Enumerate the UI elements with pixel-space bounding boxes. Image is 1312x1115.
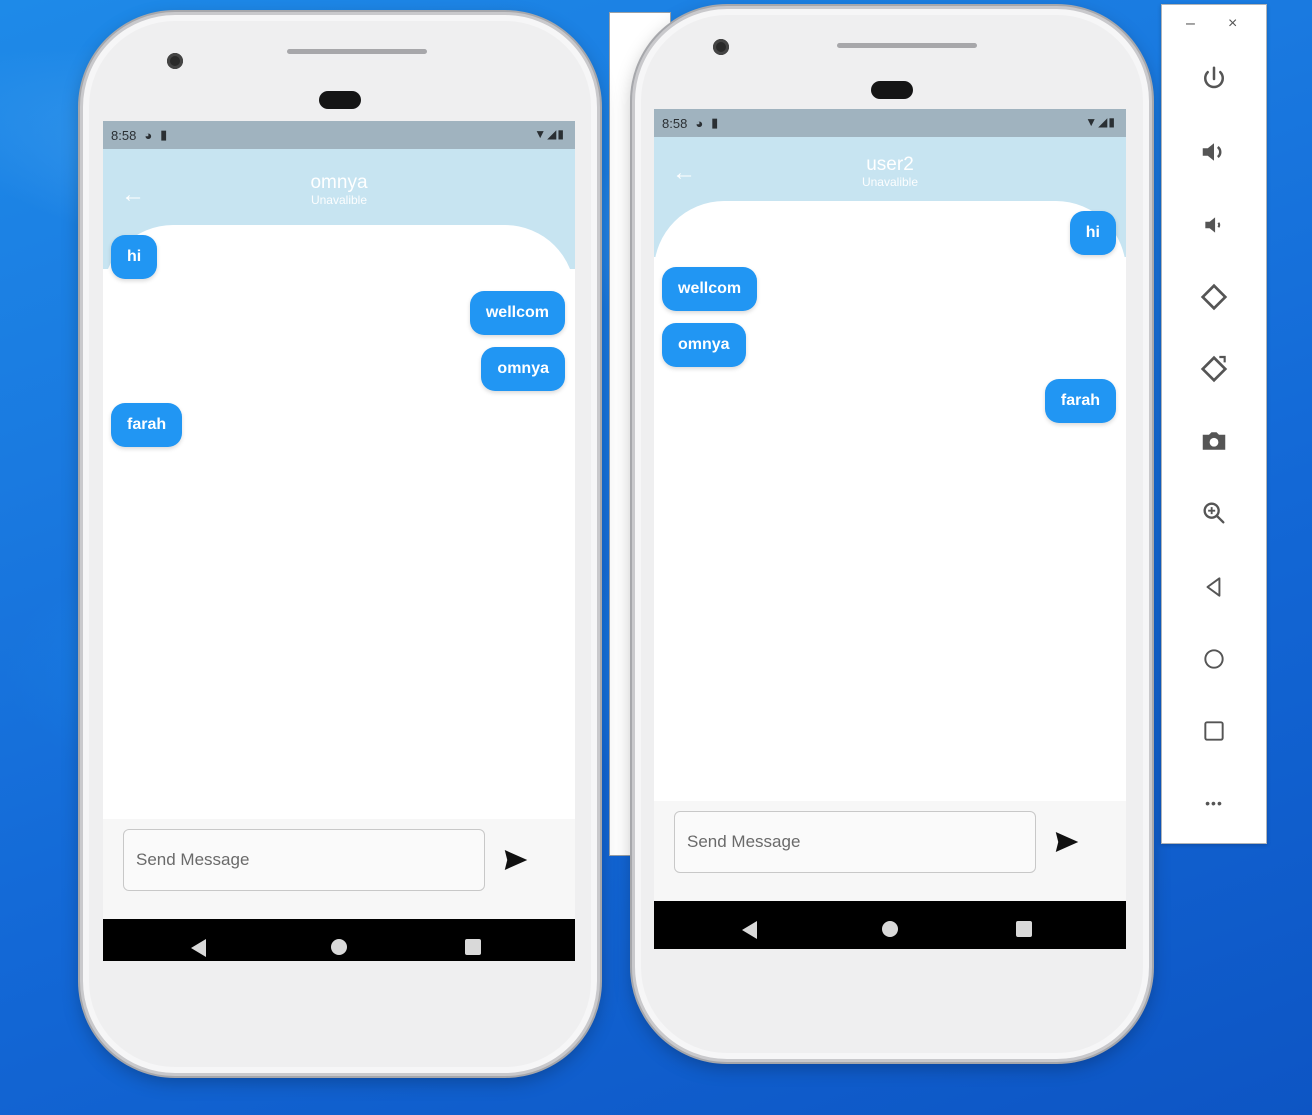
signal-battery-icons: ▼◢▮ — [1085, 115, 1116, 129]
send-message-input[interactable] — [123, 829, 485, 891]
status-bar: 8:58 ◕ ▮ ▼◢▮ — [103, 121, 575, 149]
zoom-icon[interactable] — [1192, 491, 1236, 535]
rotate-right-icon[interactable] — [1192, 347, 1236, 391]
nav-back-icon[interactable] — [191, 939, 206, 957]
send-icon[interactable] — [1052, 827, 1082, 857]
android-nav-bar — [103, 919, 575, 961]
message-bubble-sent[interactable]: hi — [1069, 211, 1116, 255]
chat-title-block: user2 Unavalible — [654, 154, 1126, 190]
message-bubble-sent[interactable]: wellcom — [469, 291, 565, 335]
toolbar-window-controls: – × — [1162, 15, 1266, 35]
chat-title: user2 — [866, 154, 914, 175]
message-list[interactable]: hi wellcom omnya farah — [654, 201, 1126, 801]
earpiece-speaker — [837, 43, 977, 48]
minimize-button[interactable]: – — [1186, 15, 1195, 33]
home-icon[interactable] — [1192, 637, 1236, 681]
nav-recents-icon[interactable] — [465, 939, 481, 955]
front-camera — [167, 53, 183, 69]
power-icon[interactable] — [1192, 57, 1236, 101]
more-icon[interactable]: ••• — [1192, 781, 1236, 825]
front-camera — [713, 39, 729, 55]
phone-screen: 8:58 ◕ ▮ ▼◢▮ ← user2 Unavalible hi wellc… — [654, 109, 1126, 949]
nav-recents-icon[interactable] — [1016, 921, 1032, 937]
rotate-left-icon[interactable] — [1192, 275, 1236, 319]
phone-screen: 8:58 ◕ ▮ ▼◢▮ ← omnya Unavalible hi wellc… — [103, 121, 575, 961]
status-time: 8:58 — [111, 127, 137, 143]
overview-icon[interactable] — [1192, 709, 1236, 753]
message-bubble-received[interactable]: wellcom — [662, 267, 758, 311]
back-icon[interactable] — [1192, 565, 1236, 609]
chat-status: Unavalible — [861, 175, 919, 189]
android-nav-bar — [654, 901, 1126, 949]
send-icon[interactable] — [501, 845, 531, 875]
emulator-phone-1: 8:58 ◕ ▮ ▼◢▮ ← omnya Unavalible hi wellc… — [80, 12, 600, 1076]
proximity-sensor — [871, 81, 913, 99]
earpiece-speaker — [287, 49, 427, 54]
message-composer — [654, 801, 1126, 901]
sync-icon: ◕ — [695, 115, 704, 131]
send-message-input[interactable] — [674, 811, 1036, 873]
volume-up-icon[interactable] — [1192, 130, 1236, 174]
message-bubble-received[interactable]: omnya — [662, 323, 746, 367]
nav-home-icon[interactable] — [882, 921, 898, 937]
chat-title-block: omnya Unavalible — [103, 172, 575, 208]
chat-status: Unavalible — [310, 193, 368, 207]
message-bubble-sent[interactable]: omnya — [481, 347, 565, 391]
message-bubble-received[interactable]: farah — [111, 403, 183, 447]
sync-icon: ◕ — [144, 127, 153, 143]
emulator-phone-2: 8:58 ◕ ▮ ▼◢▮ ← user2 Unavalible hi wellc… — [632, 6, 1152, 1062]
message-composer — [103, 819, 575, 919]
chat-title: omnya — [310, 172, 368, 193]
signal-battery-icons: ▼◢▮ — [534, 127, 565, 141]
status-bar: 8:58 ◕ ▮ ▼◢▮ — [654, 109, 1126, 137]
sd-card-icon: ▮ — [160, 127, 168, 142]
volume-down-icon[interactable] — [1192, 203, 1236, 247]
sd-card-icon: ▮ — [711, 115, 719, 130]
proximity-sensor — [319, 91, 361, 109]
message-list[interactable]: hi wellcom omnya farah — [103, 225, 575, 819]
message-bubble-sent[interactable]: farah — [1044, 379, 1116, 423]
emulator-toolbar: – × ••• — [1161, 4, 1267, 844]
camera-icon[interactable] — [1192, 419, 1236, 463]
nav-home-icon[interactable] — [331, 939, 347, 955]
nav-back-icon[interactable] — [742, 921, 757, 939]
status-time: 8:58 — [662, 115, 688, 131]
message-bubble-received[interactable]: hi — [111, 235, 158, 279]
close-button[interactable]: × — [1228, 15, 1237, 33]
